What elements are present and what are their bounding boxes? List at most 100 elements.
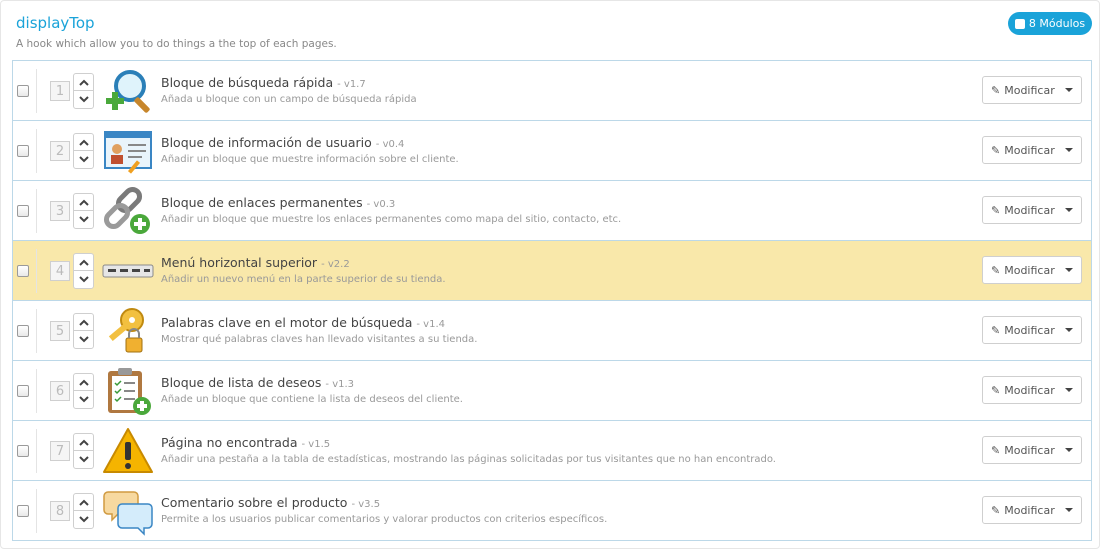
modify-button[interactable]: ✎ Modificar bbox=[983, 377, 1057, 403]
modify-button[interactable]: ✎ Modificar bbox=[983, 137, 1057, 163]
action-dropdown-toggle[interactable] bbox=[1057, 77, 1081, 103]
module-checkbox[interactable] bbox=[17, 385, 29, 397]
chevron-down-icon bbox=[78, 96, 89, 103]
pencil-icon: ✎ bbox=[991, 263, 1001, 277]
position-number: 5 bbox=[50, 321, 70, 341]
position-arrows bbox=[73, 493, 94, 529]
pencil-icon: ✎ bbox=[991, 443, 1001, 457]
move-down-button[interactable] bbox=[74, 271, 93, 288]
module-row: 3 Bloque de enlaces permanentes - v0.3 Añ… bbox=[13, 181, 1091, 241]
keys-lock-icon bbox=[102, 306, 154, 356]
move-up-button[interactable] bbox=[74, 254, 93, 271]
position-number: 4 bbox=[50, 261, 70, 281]
chevron-up-icon bbox=[78, 319, 89, 326]
action-dropdown-toggle[interactable] bbox=[1057, 437, 1081, 463]
module-row: 7 Página no encontrada - v1.5 Añadir una … bbox=[13, 421, 1091, 481]
pencil-icon: ✎ bbox=[991, 83, 1001, 97]
modify-button[interactable]: ✎ Modificar bbox=[983, 197, 1057, 223]
position-arrows bbox=[73, 373, 94, 409]
pencil-icon: ✎ bbox=[991, 383, 1001, 397]
horizontal-menu-icon bbox=[102, 246, 154, 296]
move-up-button[interactable] bbox=[74, 494, 93, 511]
modify-button[interactable]: ✎ Modificar bbox=[983, 257, 1057, 283]
caret-down-icon bbox=[1065, 508, 1074, 512]
caret-down-icon bbox=[1065, 328, 1074, 332]
select-all-checkbox[interactable] bbox=[1014, 18, 1025, 29]
module-action-group: ✎ Modificar bbox=[982, 376, 1082, 404]
module-checkbox[interactable] bbox=[17, 265, 29, 277]
move-up-button[interactable] bbox=[74, 434, 93, 451]
move-down-button[interactable] bbox=[74, 331, 93, 348]
action-dropdown-toggle[interactable] bbox=[1057, 137, 1081, 163]
pencil-icon: ✎ bbox=[991, 143, 1001, 157]
module-row: 5 Palabras clave en el motor de búsqueda… bbox=[13, 301, 1091, 361]
module-action-group: ✎ Modificar bbox=[982, 196, 1082, 224]
module-row: 6 Bloque de lista de deseos - v1.3 Añade … bbox=[13, 361, 1091, 421]
action-dropdown-toggle[interactable] bbox=[1057, 317, 1081, 343]
module-description: Añadir una pestaña a la tabla de estadís… bbox=[161, 454, 776, 465]
module-row: 1 Bloque de búsqueda rápida - v1.7 Añada … bbox=[13, 61, 1091, 121]
module-name: Página no encontrada - v1.5 bbox=[161, 435, 331, 450]
chevron-down-icon bbox=[78, 336, 89, 343]
row-divider bbox=[36, 309, 37, 353]
hook-panel: displayTop A hook which allow you to do … bbox=[0, 0, 1100, 549]
move-down-button[interactable] bbox=[74, 391, 93, 408]
row-divider bbox=[36, 429, 37, 473]
row-divider bbox=[36, 249, 37, 293]
module-checkbox[interactable] bbox=[17, 445, 29, 457]
position-number: 6 bbox=[50, 381, 70, 401]
warning-icon bbox=[102, 426, 154, 476]
caret-down-icon bbox=[1065, 88, 1074, 92]
chevron-down-icon bbox=[78, 516, 89, 523]
move-up-button[interactable] bbox=[74, 74, 93, 91]
modify-button[interactable]: ✎ Modificar bbox=[983, 77, 1057, 103]
move-down-button[interactable] bbox=[74, 91, 93, 108]
action-dropdown-toggle[interactable] bbox=[1057, 257, 1081, 283]
module-description: Mostrar qué palabras claves han llevado … bbox=[161, 334, 478, 345]
module-action-group: ✎ Modificar bbox=[982, 316, 1082, 344]
module-action-group: ✎ Modificar bbox=[982, 436, 1082, 464]
row-divider bbox=[36, 189, 37, 233]
module-row: 4 Menú horizontal superior - v2.2 Añadir … bbox=[13, 241, 1091, 301]
module-checkbox[interactable] bbox=[17, 325, 29, 337]
module-checkbox[interactable] bbox=[17, 85, 29, 97]
modify-button[interactable]: ✎ Modificar bbox=[983, 317, 1057, 343]
move-up-button[interactable] bbox=[74, 314, 93, 331]
pencil-icon: ✎ bbox=[991, 323, 1001, 337]
move-down-button[interactable] bbox=[74, 511, 93, 528]
row-divider bbox=[36, 69, 37, 113]
modify-button[interactable]: ✎ Modificar bbox=[983, 437, 1057, 463]
position-arrows bbox=[73, 433, 94, 469]
move-up-button[interactable] bbox=[74, 134, 93, 151]
module-name: Bloque de información de usuario - v0.4 bbox=[161, 135, 405, 150]
modules-count-badge[interactable]: 8 Módulos bbox=[1008, 12, 1092, 35]
move-up-button[interactable] bbox=[74, 194, 93, 211]
chevron-down-icon bbox=[78, 396, 89, 403]
modify-button[interactable]: ✎ Modificar bbox=[983, 497, 1057, 523]
module-name: Comentario sobre el producto - v3.5 bbox=[161, 495, 381, 510]
module-checkbox[interactable] bbox=[17, 205, 29, 217]
module-description: Añadir un bloque que muestre los enlaces… bbox=[161, 214, 622, 225]
action-dropdown-toggle[interactable] bbox=[1057, 497, 1081, 523]
hook-title: displayTop bbox=[16, 14, 95, 32]
move-down-button[interactable] bbox=[74, 451, 93, 468]
move-down-button[interactable] bbox=[74, 211, 93, 228]
move-up-button[interactable] bbox=[74, 374, 93, 391]
action-dropdown-toggle[interactable] bbox=[1057, 377, 1081, 403]
clipboard-add-icon bbox=[102, 366, 154, 416]
module-name: Bloque de búsqueda rápida - v1.7 bbox=[161, 75, 366, 90]
module-name: Bloque de lista de deseos - v1.3 bbox=[161, 375, 355, 390]
row-divider bbox=[36, 489, 37, 533]
chevron-down-icon bbox=[78, 456, 89, 463]
action-dropdown-toggle[interactable] bbox=[1057, 197, 1081, 223]
module-action-group: ✎ Modificar bbox=[982, 256, 1082, 284]
module-checkbox[interactable] bbox=[17, 505, 29, 517]
module-name: Palabras clave en el motor de búsqueda - … bbox=[161, 315, 445, 330]
module-row: 8 Comentario sobre el producto - v3.5 Per… bbox=[13, 481, 1091, 541]
row-divider bbox=[36, 369, 37, 413]
pencil-icon: ✎ bbox=[991, 203, 1001, 217]
module-checkbox[interactable] bbox=[17, 145, 29, 157]
move-down-button[interactable] bbox=[74, 151, 93, 168]
chevron-up-icon bbox=[78, 199, 89, 206]
module-description: Añada u bloque con un campo de búsqueda … bbox=[161, 94, 417, 105]
